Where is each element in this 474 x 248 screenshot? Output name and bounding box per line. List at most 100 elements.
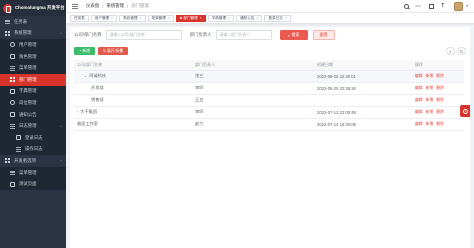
toggle-search-icon[interactable]: ⌕ [446, 47, 455, 55]
sidebar-item-roles[interactable]: 角色管理 [0, 50, 66, 63]
add-link[interactable]: 新增 [426, 74, 434, 78]
sidebar-item-oper-log[interactable]: 操作日志 [0, 143, 66, 156]
delete-link[interactable]: 删除 [436, 110, 444, 114]
font-size-icon[interactable]: T [441, 3, 447, 9]
sidebar-item-label: 部门管理 [19, 76, 37, 82]
sidebar-item-notice[interactable]: 通知公告 [0, 108, 66, 121]
menu-icon [10, 42, 15, 48]
close-icon[interactable]: × [228, 16, 230, 20]
search-button[interactable]: ⌕ 搜索 [279, 30, 308, 40]
active-dot-icon [179, 17, 182, 19]
expand-collapse-button[interactable]: ⇅ 展开/折叠 [98, 47, 128, 55]
expand-arrow-icon[interactable]: ⌄ [84, 74, 87, 78]
sidebar-item-posts[interactable]: 岗位管理 [0, 97, 66, 109]
search-icon[interactable] [404, 3, 410, 9]
actions-cell: 编辑 新增 删除 [412, 70, 464, 83]
breadcrumb-item-dashboard[interactable]: 仪表盘 [86, 3, 99, 9]
sidebar-item-dev[interactable]: 开发者选项 ^ [0, 155, 66, 167]
leader-input[interactable]: 请输入部门负责人 [215, 30, 272, 40]
table-row[interactable]: 雅居工作室 赵六 2022-07-14 15:30:06 编辑 新增 删除 [74, 118, 464, 131]
table-row[interactable]: 销售部 王五 编辑 新增 删除 [74, 94, 464, 107]
breadcrumb-item-system[interactable]: 系统管理 [106, 3, 124, 9]
close-icon[interactable]: × [168, 16, 170, 20]
dept-table: 公司/部门名称 部门负责人 创建日期 操作 ⌄ 阿诚科技 张三 2022-05-25 … [74, 60, 464, 131]
delete-link[interactable]: 删除 [436, 86, 444, 90]
add-link[interactable]: 新增 [426, 86, 434, 90]
close-icon[interactable]: × [140, 16, 142, 20]
tag-item[interactable]: 任务表 [70, 14, 89, 22]
close-icon[interactable]: × [111, 16, 113, 20]
tag-item[interactable]: 部门管理 × [175, 14, 206, 22]
sidebar-item-dict[interactable]: 字典管理 [0, 85, 66, 98]
sidebar-item-logs[interactable]: 日志管理 ^ [0, 120, 66, 132]
close-icon[interactable]: × [256, 16, 258, 20]
delete-link[interactable]: 删除 [436, 98, 444, 102]
edit-link[interactable]: 编辑 [415, 98, 423, 102]
menu-icon [10, 181, 15, 187]
tag-item[interactable]: 角色管理 × [119, 14, 146, 22]
sidebar-item-users[interactable]: 用户管理 [0, 39, 66, 51]
sidebar-item-label: 字典管理 [19, 88, 37, 94]
tag-item[interactable]: 菜单管理 × [147, 14, 174, 22]
hamburger-icon[interactable] [72, 3, 78, 9]
sidebar-item-label: 日志管理 [19, 123, 37, 129]
edit-link[interactable]: 编辑 [415, 122, 423, 126]
reset-button[interactable]: 重置 [312, 30, 335, 40]
close-icon[interactable]: × [200, 16, 202, 20]
tag-label: 字典管理 [211, 15, 227, 20]
caret-down-icon[interactable]: ▾ [466, 4, 468, 8]
sidebar-item-login-log[interactable]: 登录日志 [0, 131, 66, 144]
sidebar-item-menus[interactable]: 菜单管理 [0, 62, 66, 74]
sidebar-item-task-table[interactable]: 任务表 [0, 16, 66, 28]
tag-label: 角色管理 [123, 15, 138, 20]
tag-label: 登录日志 [268, 15, 283, 20]
dept-name: 雅居工作室 [77, 121, 98, 126]
avatar[interactable] [454, 1, 464, 11]
delete-link[interactable]: 删除 [436, 74, 444, 78]
breadcrumb-item-current: 部门管理 [131, 3, 149, 8]
tag-item[interactable]: 登录日志 × [264, 14, 291, 22]
dept-name-cell: 开发部 [74, 82, 192, 95]
sidebar-item-label: 操作日志 [25, 146, 43, 152]
created-cell: 2022-07-14 15:30:06 [314, 118, 412, 131]
search-icon: ⌕ [287, 32, 290, 38]
actions-cell: 编辑 新增 删除 [412, 106, 464, 119]
main-content: 公司/部门名称 请输入公司/部门名称 部门负责人 请输入部门负责人 ⌕ 搜索 重… [70, 27, 470, 248]
dept-name-input[interactable]: 请输入公司/部门名称 [105, 30, 182, 40]
tag-item[interactable]: 字典管理 × [207, 14, 235, 22]
table-row[interactable]: 开发部 李四 2022-05-25 22:35:26 编辑 新增 删除 [74, 82, 464, 95]
tag-item[interactable]: 用户管理 × [90, 14, 118, 22]
dept-name-label: 公司/部门名称 [74, 32, 102, 37]
settings-fab[interactable] [460, 105, 470, 117]
tag-label: 部门管理 [183, 15, 198, 20]
dept-name-cell: 销售部 [74, 94, 192, 107]
delete-link[interactable]: 删除 [436, 122, 444, 126]
sidebar-item-system[interactable]: 系统管理 ^ [0, 28, 66, 40]
add-link[interactable]: 新增 [426, 122, 434, 126]
actions-cell: 编辑 新增 删除 [412, 94, 464, 107]
edit-link[interactable]: 编辑 [415, 74, 423, 78]
sidebar-item-label: 测试页面 [19, 181, 37, 187]
edit-link[interactable]: 编辑 [415, 86, 423, 90]
table-row[interactable]: ⌄ 阿诚科技 张三 2022-05-25 22:30:01 编辑 新增 删除 [74, 70, 464, 83]
add-link[interactable]: 新增 [426, 110, 434, 114]
add-button[interactable]: + 新增 [74, 47, 95, 55]
fullscreen-icon[interactable] [429, 3, 435, 9]
sidebar-item-test-page[interactable]: 测试页面 [0, 178, 66, 190]
menu-icon [10, 54, 15, 60]
code-icon[interactable] [415, 3, 422, 9]
refresh-icon[interactable]: ↻ [457, 47, 466, 55]
brand[interactable]: Chomolungma 开发平台 [0, 0, 66, 16]
add-link[interactable]: 新增 [426, 98, 434, 102]
menu-icon [10, 123, 15, 129]
sidebar-item-depts[interactable]: 部门管理 [0, 73, 66, 86]
edit-link[interactable]: 编辑 [415, 110, 423, 114]
expand-arrow-icon[interactable]: › [77, 110, 78, 114]
sidebar-item-dev-menus[interactable]: 菜单管理 [0, 166, 66, 179]
leader-cell: 李四 [192, 106, 314, 119]
table-row[interactable]: › 大干集团 李四 2022-07-13 22:00:48 编辑 新增 删除 [74, 106, 464, 119]
chevron-up-icon: ^ [60, 158, 62, 164]
close-icon[interactable]: × [285, 16, 287, 20]
menu-icon [10, 170, 15, 176]
tag-item[interactable]: 通知公告 × [236, 14, 263, 22]
